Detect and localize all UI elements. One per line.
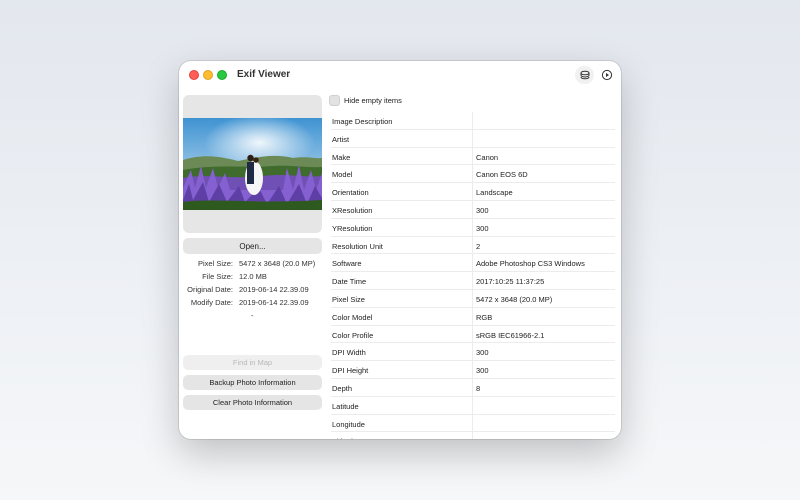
- close-window-button[interactable]: [189, 70, 199, 80]
- table-row[interactable]: YResolution 300: [331, 219, 615, 237]
- info-row-original-date: Original Date: 2019-06-14 22.39.09: [179, 285, 327, 297]
- sidebar: Open... Pixel Size: 5472 x 3648 (20.0 MP…: [179, 89, 327, 439]
- exif-field-name: Software: [332, 259, 362, 269]
- info-key: Original Date:: [187, 285, 233, 294]
- exif-field-name: Orientation: [332, 188, 369, 198]
- photo-thumbnail: [183, 118, 322, 210]
- table-row[interactable]: Image Description: [331, 112, 615, 130]
- app-window: Exif Viewer Open... Pixel Size: 5472 x 3…: [179, 61, 621, 439]
- table-row[interactable]: Artist: [331, 130, 615, 148]
- hide-empty-option[interactable]: Hide empty items: [329, 94, 402, 106]
- exif-field-name: YResolution: [332, 223, 373, 233]
- exif-field-name: DPI Height: [332, 366, 369, 376]
- info-row-file-size: File Size: 12.0 MB: [179, 272, 327, 284]
- exif-field-value: 5472 x 3648 (20.0 MP): [476, 294, 553, 304]
- table-row[interactable]: Resolution Unit 2: [331, 237, 615, 255]
- table-row[interactable]: Pixel Size 5472 x 3648 (20.0 MP): [331, 290, 615, 308]
- info-trailing-value: -: [251, 311, 254, 320]
- info-row-modify-date: Modify Date: 2019-06-14 22.39.09: [179, 298, 327, 310]
- exif-field-name: DPI Width: [332, 348, 366, 358]
- exif-field-name: XResolution: [332, 205, 373, 215]
- exif-table[interactable]: Image Description Artist Make Canon Model Can…: [331, 112, 615, 439]
- exif-field-name: Resolution Unit: [332, 241, 383, 251]
- table-row[interactable]: Color Model RGB: [331, 308, 615, 326]
- table-row[interactable]: Model Canon EOS 6D: [331, 165, 615, 184]
- exif-field-value: Canon: [476, 152, 499, 162]
- table-row[interactable]: Depth 8: [331, 379, 615, 397]
- table-row[interactable]: DPI Height 300: [331, 361, 615, 379]
- exif-field-value: 2017:10:25 11:37:25: [476, 277, 545, 287]
- exif-field-name: Artist: [332, 134, 350, 144]
- table-row[interactable]: Altitude: [331, 432, 615, 439]
- exif-field-value: 8: [476, 383, 481, 393]
- exif-field-value: 300: [476, 205, 489, 215]
- exif-field-name: Color Model: [332, 312, 373, 322]
- exif-field-name: Model: [332, 170, 353, 180]
- exif-field-value: Adobe Photoshop CS3 Windows: [476, 259, 585, 269]
- exif-field-name: Depth: [332, 383, 353, 393]
- info-row-pixel-size: Pixel Size: 5472 x 3648 (20.0 MP): [179, 259, 327, 271]
- title-bar[interactable]: Exif Viewer: [179, 61, 621, 89]
- table-row[interactable]: Color Profile sRGB IEC61966-2.1: [331, 326, 615, 344]
- exif-field-name: Make: [332, 152, 351, 162]
- info-value: 12.0 MB: [239, 272, 267, 281]
- info-key: File Size:: [202, 272, 233, 281]
- table-row[interactable]: Latitude: [331, 397, 615, 415]
- exif-field-value: 300: [476, 223, 489, 233]
- clear-photo-information-button[interactable]: Clear Photo Information: [183, 395, 322, 410]
- maximize-window-button[interactable]: [217, 70, 227, 80]
- exif-field-value: RGB: [476, 312, 493, 322]
- info-key: Modify Date:: [190, 298, 233, 307]
- exif-field-value: 300: [476, 348, 489, 358]
- info-value: 2019-06-14 22.39.09: [239, 285, 309, 294]
- hide-empty-label[interactable]: Hide empty items: [344, 96, 402, 105]
- table-row[interactable]: Date Time 2017:10:25 11:37:25: [331, 272, 615, 290]
- table-row[interactable]: Longitude: [331, 415, 615, 433]
- exif-field-name: Date Time: [332, 277, 367, 287]
- table-row[interactable]: DPI Width 300: [331, 343, 615, 362]
- info-value: 2019-06-14 22.39.09: [239, 298, 309, 307]
- window-title: Exif Viewer: [237, 69, 291, 80]
- exif-field-value: 2: [476, 241, 481, 251]
- find-in-map-button[interactable]: Find in Map: [183, 355, 322, 370]
- stack-icon: [580, 70, 589, 80]
- stack-button[interactable]: [575, 66, 594, 84]
- exif-field-name: Pixel Size: [332, 294, 365, 304]
- hide-empty-checkbox[interactable]: [329, 94, 340, 106]
- exif-panel: Hide empty items Image Description Artist…: [327, 89, 621, 439]
- info-value: 5472 x 3648 (20.0 MP): [239, 259, 316, 268]
- exif-field-value: 300: [476, 366, 489, 376]
- table-row[interactable]: Make Canon: [331, 148, 615, 166]
- exif-field-value: Canon EOS 6D: [476, 170, 528, 180]
- exif-field-value: Landscape: [476, 188, 513, 198]
- play-circle-icon: [601, 69, 612, 81]
- backup-photo-information-button[interactable]: Backup Photo Information: [183, 375, 322, 390]
- play-button[interactable]: [597, 66, 616, 84]
- exif-field-value: sRGB IEC61966-2.1: [476, 330, 545, 340]
- info-key: Pixel Size:: [197, 259, 233, 268]
- table-row[interactable]: Orientation Landscape: [331, 183, 615, 201]
- photo-preview: [183, 95, 322, 233]
- exif-field-name: Latitude: [332, 401, 359, 411]
- exif-field-name: Altitude: [332, 437, 357, 439]
- exif-field-name: Image Description: [332, 117, 393, 126]
- exif-field-name: Longitude: [332, 419, 365, 429]
- exif-field-name: Color Profile: [332, 330, 374, 340]
- table-row[interactable]: Software Adobe Photoshop CS3 Windows: [331, 254, 615, 273]
- table-row[interactable]: XResolution 300: [331, 201, 615, 219]
- minimize-window-button[interactable]: [203, 70, 213, 80]
- open-button[interactable]: Open...: [183, 238, 322, 254]
